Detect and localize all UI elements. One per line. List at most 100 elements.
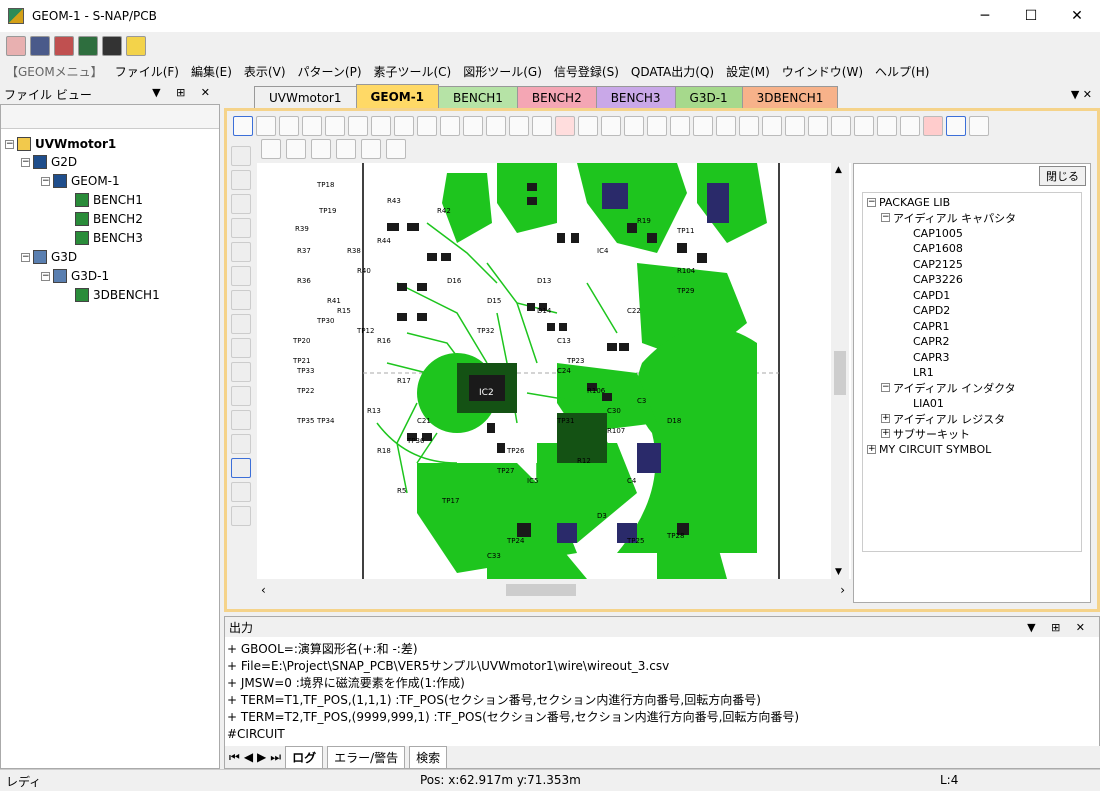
menu-item-settings[interactable]: 設定(M) [720,63,776,80]
tool-12-icon[interactable] [231,410,251,430]
open-icon[interactable] [30,36,50,56]
select-icon[interactable] [233,116,253,136]
tab-3dbench1[interactable]: 3DBENCH1 [741,86,839,108]
tool-10-icon[interactable] [231,362,251,382]
align-icon[interactable] [361,139,381,159]
lib-node-my-circuit[interactable]: + MY CIRCUIT SYMBOL [867,442,991,457]
spell-icon[interactable] [647,116,667,136]
lib-item[interactable]: CAPR3 [913,350,949,365]
lib-item[interactable]: CAP2125 [913,257,963,272]
menu-item-component-tools[interactable]: 素子ツール(C) [368,63,458,80]
rectangle-icon[interactable] [279,116,299,136]
tool-7-icon[interactable] [231,290,251,310]
sup-icon[interactable] [670,116,690,136]
tab-close-icon[interactable]: ▼ ✕ [1071,88,1092,101]
lib-item[interactable]: CAP1608 [913,241,963,256]
help-icon[interactable] [126,36,146,56]
lock-icon[interactable] [969,116,989,136]
tab-search[interactable]: 検索 [409,745,448,769]
measure-icon[interactable] [877,116,897,136]
nav-last-icon[interactable]: ⏭ [270,750,281,765]
close-button[interactable]: ✕ [1054,0,1100,32]
tab-geom1[interactable]: GEOM-1 [355,84,440,108]
tool-15-icon[interactable] [231,482,251,502]
via-icon[interactable] [394,116,414,136]
tree-node-geom1[interactable]: − GEOM-1 [41,172,120,190]
zoom-out-icon[interactable] [716,116,736,136]
copy-icon[interactable] [286,139,306,159]
layer-down-icon[interactable] [808,116,828,136]
tool-1-icon[interactable] [231,146,251,166]
library-close-button[interactable]: 閉じる [1039,166,1086,186]
scroll-right-icon[interactable]: › [840,583,845,597]
vertical-scrollbar[interactable]: ▲ ▼ [831,163,849,579]
tree-node-bench1[interactable]: BENCH1 [75,191,143,209]
undo-icon[interactable] [256,116,276,136]
save-icon[interactable] [102,36,122,56]
tool-2-icon[interactable] [231,170,251,190]
nav-next-icon[interactable]: ▶ [257,750,266,764]
menu-item-qdata[interactable]: QDATA出力(Q) [625,63,720,80]
tree-node-project[interactable]: − UVWmotor1 [5,135,116,153]
add-icon[interactable] [336,139,356,159]
tree-node-3dbench1[interactable]: 3DBENCH1 [75,286,160,304]
lib-item[interactable]: CAPD1 [913,288,950,303]
tab-bench3[interactable]: BENCH3 [595,86,676,108]
menu-item-file[interactable]: ファイル(F) [109,63,185,80]
lib-item[interactable]: LR1 [913,365,934,380]
tool-4-icon[interactable] [231,218,251,238]
wire-icon[interactable] [311,139,331,159]
tab-errors[interactable]: エラー/警告 [327,745,406,769]
zoom-fit-icon[interactable] [739,116,759,136]
tool-16-icon[interactable] [231,506,251,526]
pad-icon[interactable] [348,116,368,136]
tool-11-icon[interactable] [231,386,251,406]
pcb-canvas[interactable]: TP18 TP19 TP17 R39 R43 R42 R38 R44 R37 R… [257,163,851,579]
tool-9-icon[interactable] [231,338,251,358]
ellipse-icon[interactable] [302,116,322,136]
tree-node-bench2[interactable]: BENCH2 [75,210,143,228]
tab-g3d1[interactable]: G3D-1 [674,86,743,108]
square-target-icon[interactable] [486,116,506,136]
tree-node-g3d[interactable]: − G3D [21,248,77,266]
menu-item-shape-tools[interactable]: 図形ツール(G) [457,63,548,80]
zoom-all-icon[interactable] [762,116,782,136]
pcb-drawing[interactable]: TP18 TP19 TP17 R39 R43 R42 R38 R44 R37 R… [257,163,851,579]
battery-icon[interactable] [532,116,552,136]
menu-item-signal[interactable]: 信号登録(S) [548,63,625,80]
c1-icon[interactable] [946,116,966,136]
tab-bench1[interactable]: BENCH1 [438,86,518,108]
lib-item[interactable]: CAPD2 [913,303,950,318]
lib-node-package[interactable]: − PACKAGE LIB [867,195,950,210]
menu-item-pattern[interactable]: パターン(P) [292,63,368,80]
lib-node-capacitor[interactable]: − アイディアル キャパシタ [881,210,1016,225]
text-icon[interactable] [578,116,598,136]
nav-prev-icon[interactable]: ◀ [244,750,253,764]
via2-icon[interactable] [417,116,437,136]
view-icon[interactable] [54,36,74,56]
lower-icon[interactable] [854,116,874,136]
menu-item-window[interactable]: ウインドウ(W) [776,63,869,80]
raise-icon[interactable] [831,116,851,136]
lib-item[interactable]: CAP1005 [913,226,963,241]
layer-up-icon[interactable] [785,116,805,136]
arc-icon[interactable] [325,116,345,136]
tree-node-bench3[interactable]: BENCH3 [75,229,143,247]
globe-icon[interactable] [440,116,460,136]
stop-icon[interactable] [555,116,575,136]
panel-controls[interactable]: ▼ ⊞ ✕ [152,86,216,99]
pin-icon[interactable] [601,116,621,136]
edit-icon[interactable] [261,139,281,159]
tool-8-icon[interactable] [231,314,251,334]
minimize-button[interactable]: ─ [962,0,1008,32]
lib-item[interactable]: CAPR2 [913,334,949,349]
chip-icon[interactable] [900,116,920,136]
pcb-icon[interactable] [78,36,98,56]
panel-controls[interactable]: ▼ ⊞ ✕ [1027,621,1091,634]
lib-item[interactable]: LIA01 [913,396,944,411]
scroll-left-icon[interactable]: ‹ [261,583,266,597]
binoculars-icon[interactable] [624,116,644,136]
tree-node-g3d1[interactable]: − G3D-1 [41,267,109,285]
tab-uvwmotor1[interactable]: UVWmotor1 [254,86,357,108]
menu-item-view[interactable]: 表示(V) [238,63,292,80]
